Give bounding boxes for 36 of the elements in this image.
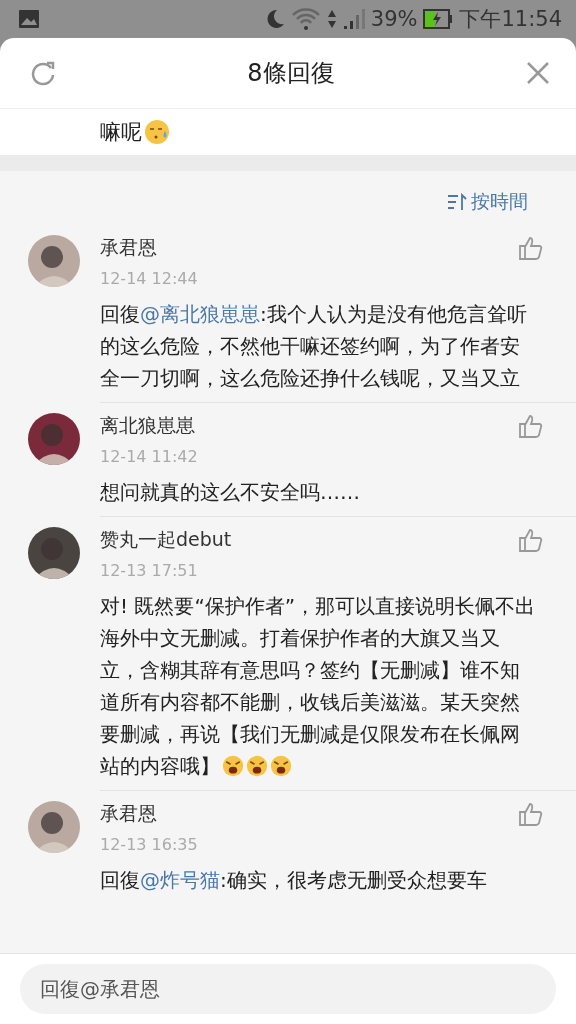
sheet-title: 8條回復	[247, 58, 335, 89]
comment-text: 嘛呢	[100, 119, 142, 146]
user-name[interactable]: 承君恩	[100, 801, 157, 827]
battery-percent: 39%	[370, 7, 418, 31]
sweat-emoji-icon	[144, 119, 170, 145]
status-time: 下午11:54	[459, 6, 562, 33]
comment-time: 12-14 11:42	[100, 447, 199, 466]
close-icon[interactable]	[526, 61, 550, 85]
mention-link[interactable]: @离北狼崽崽	[140, 302, 260, 326]
sort-icon	[447, 193, 467, 211]
battery-charging-icon	[423, 9, 454, 29]
signal-icon	[342, 8, 365, 30]
thumbs-up-icon[interactable]	[518, 527, 544, 553]
mention-link[interactable]: @炸号猫	[140, 868, 220, 892]
image-icon	[18, 9, 40, 29]
comment-text: 对! 既然要“保护作者”，那可以直接说明长佩不出海外中文无删减。打着保护作者的大旗又当又立，含糊其辞有意思吗？签约【无删减】谁不知道所有内容都不能删，收钱后美滋滋。某天突然要删减，再说【我们无删减是仅限发布在长佩网站的内容哦】	[100, 593, 537, 780]
user-name[interactable]: 承君恩	[100, 235, 157, 261]
refresh-icon[interactable]	[30, 60, 56, 86]
comment-time: 12-14 12:44	[100, 269, 199, 288]
comment-text: 回復@炸号猫:确实，很考虑无删受众想要车	[100, 867, 488, 894]
comment-time: 12-13 16:35	[100, 835, 199, 854]
data-arrows-icon	[326, 8, 337, 30]
comment-text: 回復@离北狼崽崽:我个人认为是没有他危言耸听的这么危险，不然他干嘛还签约啊，为了作者安全一刀切啊，这么危险还挣什么钱呢，又当又立	[100, 301, 528, 392]
comment-time: 12-13 17:51	[100, 561, 199, 580]
angry-emoji-icon	[246, 755, 268, 777]
wifi-icon	[290, 7, 321, 31]
thumbs-up-icon[interactable]	[518, 235, 544, 261]
thumbs-up-icon[interactable]	[518, 413, 544, 439]
comment-text: 想问就真的这么不安全吗……	[100, 479, 361, 506]
reply-field[interactable]: 回復@承君恩	[20, 964, 556, 1014]
angry-emoji-icon	[222, 755, 244, 777]
user-name[interactable]: 离北狼崽崽	[100, 413, 195, 439]
thumbs-up-icon[interactable]	[518, 801, 544, 827]
user-name[interactable]: 赞丸一起debut	[100, 527, 232, 553]
angry-emoji-icon	[270, 755, 292, 777]
sort-by-time-button[interactable]: 按時間	[447, 189, 528, 215]
